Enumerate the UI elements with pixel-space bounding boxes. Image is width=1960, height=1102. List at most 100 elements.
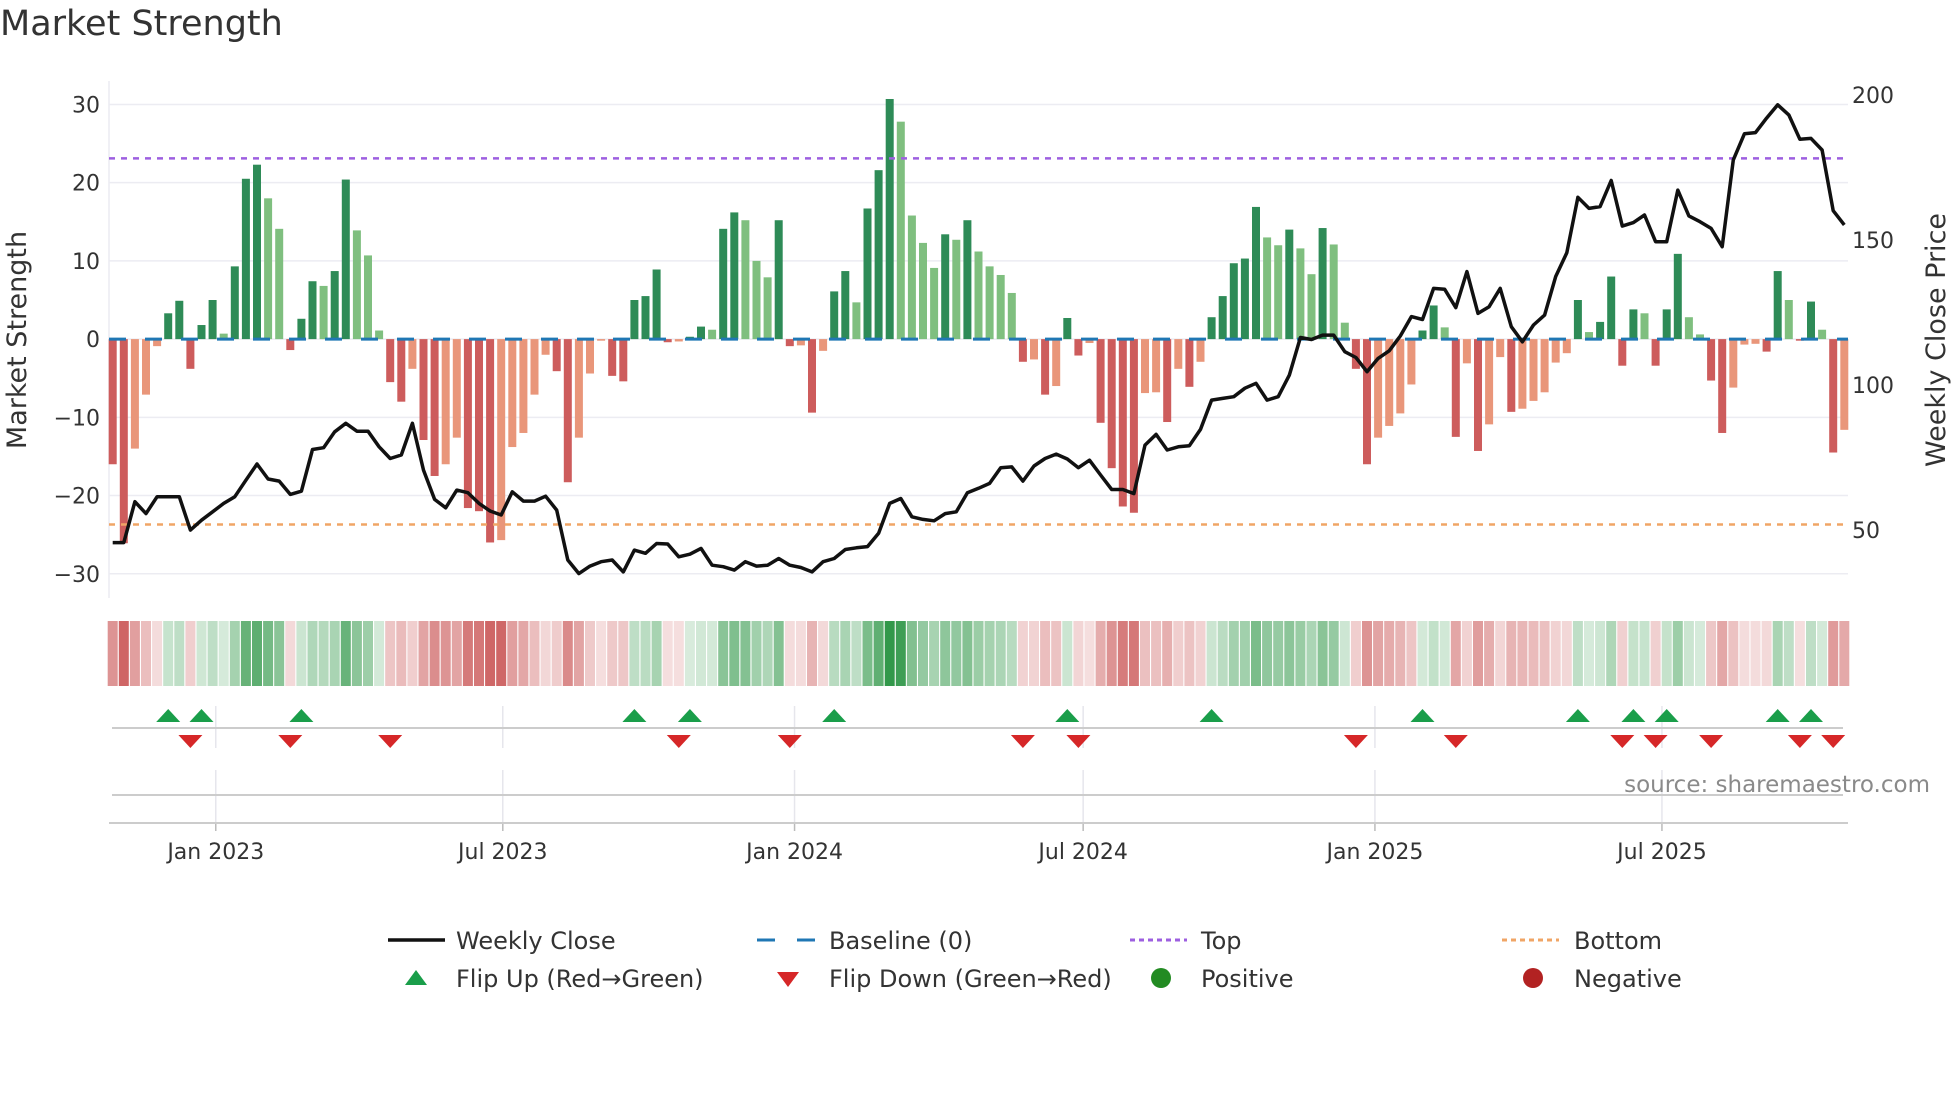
strip-cell: [107, 621, 118, 686]
strip-cell: [1606, 621, 1617, 686]
strength-bar-negative: [1518, 339, 1527, 409]
strength-bar-negative: [1152, 339, 1161, 393]
y2-axis-label: Weekly Close Price: [1921, 213, 1952, 467]
strength-bar-positive: [1296, 248, 1305, 340]
strip-cell: [1572, 621, 1583, 686]
strength-bar-negative: [1163, 339, 1172, 423]
strip-cell: [1184, 621, 1195, 686]
strength-bar-negative: [1507, 339, 1516, 412]
strip-cell: [152, 621, 163, 686]
strength-bar-negative: [130, 339, 139, 449]
strip-cell: [1117, 621, 1128, 686]
strength-bar-positive: [297, 318, 306, 340]
flip-up-marker: [1621, 709, 1646, 722]
strength-bar-negative: [1363, 339, 1371, 465]
strip-cell: [252, 621, 262, 686]
strength-bar-positive: [197, 325, 206, 340]
strip-cell: [1461, 621, 1472, 686]
x-tick-label: Jul 2024: [1036, 840, 1128, 865]
flip-down-marker: [378, 735, 403, 748]
strip-cell: [1706, 621, 1717, 686]
strip-cell: [873, 621, 884, 686]
strip-cell: [1073, 621, 1084, 686]
strip-cell: [1817, 621, 1828, 686]
strip-cell: [651, 621, 662, 686]
strip-cell: [1783, 621, 1794, 686]
strip-cell: [1650, 621, 1661, 686]
flip-up-marker: [622, 709, 647, 722]
strip-cell: [1828, 621, 1839, 686]
strength-bar-negative: [1829, 339, 1838, 453]
strip-cell: [229, 621, 240, 686]
strength-bar-positive: [1429, 305, 1438, 340]
strip-cell: [640, 621, 651, 686]
strength-bars: [108, 98, 1849, 544]
strength-bar-positive: [1607, 276, 1616, 340]
strip-cell: [518, 621, 529, 686]
flip-up-marker: [1565, 709, 1590, 722]
strength-bar-negative: [1618, 339, 1627, 366]
strength-bar-negative: [1718, 339, 1727, 433]
strip-cell: [351, 621, 362, 686]
strength-bar-positive: [730, 212, 739, 340]
strength-bar-positive: [863, 208, 872, 340]
strip-cell: [1084, 621, 1095, 686]
strength-bar-negative: [819, 339, 828, 351]
flip-up-marker: [822, 709, 847, 722]
strength-bar-negative: [397, 339, 406, 402]
strength-heat-strip: [107, 621, 1850, 686]
strength-bar-positive: [1318, 228, 1327, 340]
strip-cell: [673, 621, 684, 686]
strength-bar-positive: [1274, 245, 1283, 340]
strength-bar-positive: [763, 277, 772, 340]
strip-cell: [396, 621, 407, 686]
strip-cell: [462, 621, 473, 686]
strength-bar-negative: [419, 339, 428, 441]
strength-bar-positive: [1573, 300, 1582, 340]
strength-bar-negative: [1185, 339, 1194, 387]
strip-cell: [1761, 621, 1772, 686]
strength-bar-negative: [1351, 339, 1360, 369]
strip-cell: [1239, 621, 1250, 686]
strength-bar-positive: [874, 170, 883, 340]
strength-bar-positive: [996, 274, 1005, 340]
strength-bar-negative: [1485, 339, 1494, 425]
strip-cell: [585, 621, 595, 686]
y2-tick-label: 150: [1852, 229, 1894, 254]
strength-bar-positive: [885, 98, 894, 340]
strip-cell: [1339, 621, 1350, 686]
strength-bar-negative: [1174, 339, 1183, 369]
strength-bar-negative: [1562, 339, 1571, 354]
strip-cell: [1495, 621, 1506, 686]
strip-cell: [1295, 621, 1306, 686]
strength-bar-positive: [341, 179, 350, 340]
strip-cell: [1406, 621, 1417, 686]
strip-cell: [196, 621, 207, 686]
strength-bar-negative: [1074, 339, 1083, 356]
strength-bar-positive: [1773, 271, 1782, 340]
flip-down-marker: [1066, 735, 1091, 748]
strength-bar-positive: [1285, 229, 1294, 340]
strength-bar-positive: [230, 266, 239, 340]
legend-bottom: Bottom: [1574, 927, 1662, 955]
strip-cell: [818, 621, 829, 686]
strip-cell: [895, 621, 906, 686]
strength-bar-positive: [319, 285, 328, 340]
strength-bar-negative: [1374, 339, 1383, 438]
legend-top: Top: [1200, 927, 1242, 955]
flip-up-marker: [677, 709, 702, 722]
strength-bar-negative: [1474, 339, 1482, 451]
strength-bar-positive: [774, 220, 783, 340]
legend-negative-icon: [1523, 968, 1543, 988]
strength-bar-positive: [708, 329, 717, 340]
strip-cell: [1173, 621, 1184, 686]
strip-cell: [1683, 621, 1694, 686]
strip-cell: [1162, 621, 1173, 686]
strip-cell: [951, 621, 962, 686]
flip-up-marker: [156, 709, 181, 722]
strength-bar-positive: [253, 164, 261, 340]
strip-cell: [1095, 621, 1106, 686]
strength-bar-positive: [952, 239, 961, 340]
strip-cell: [1517, 621, 1528, 686]
y-tick-label: −10: [54, 406, 100, 431]
